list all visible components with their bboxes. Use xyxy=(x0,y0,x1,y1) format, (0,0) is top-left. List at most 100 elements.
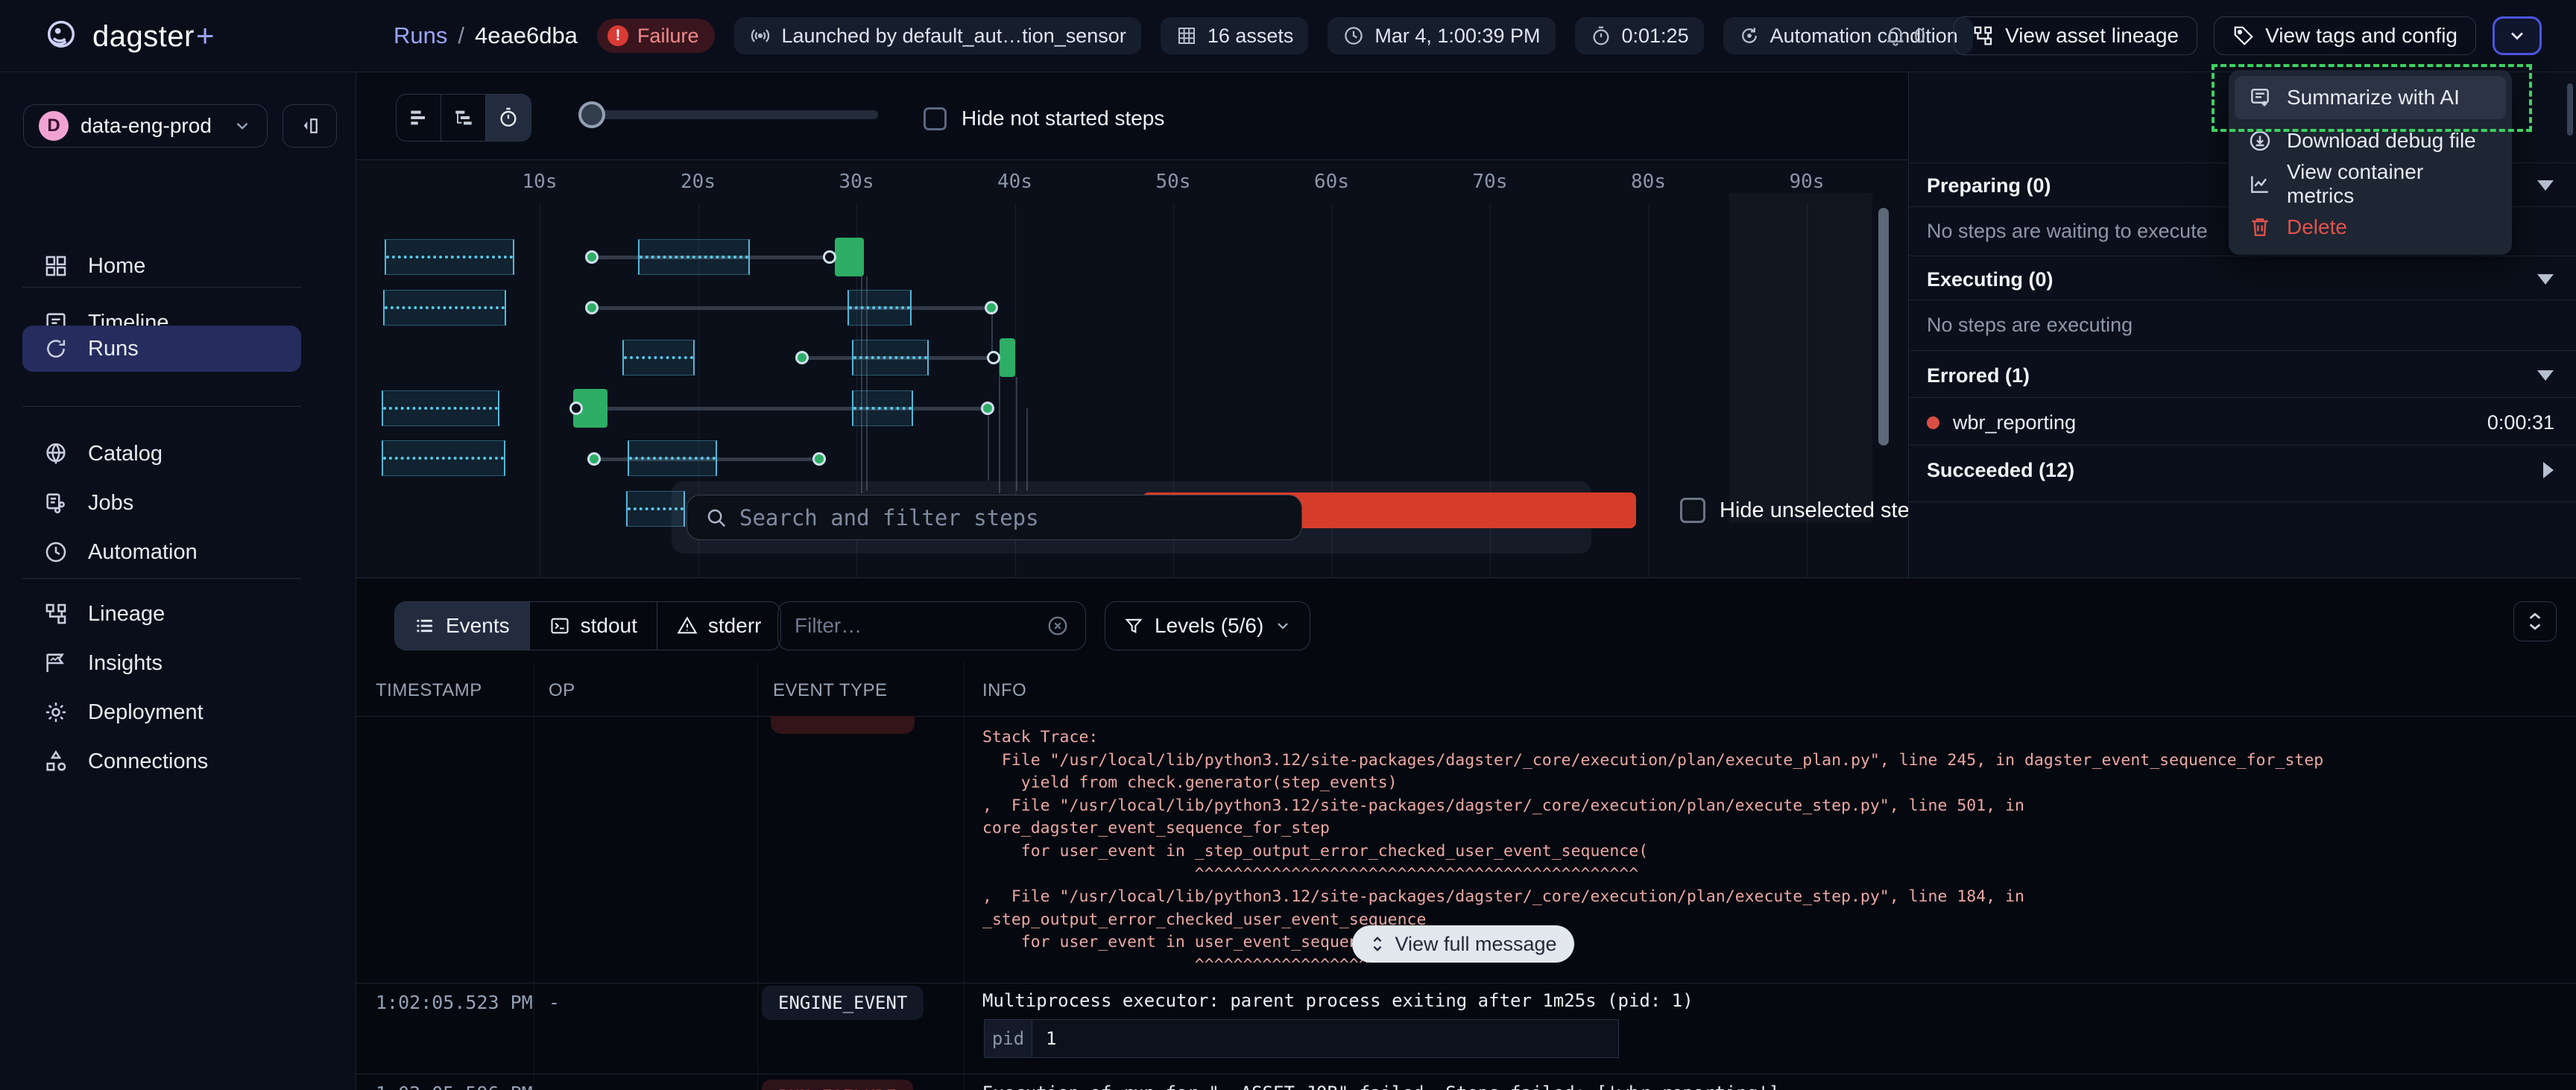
step-search-input[interactable]: Search and filter steps xyxy=(686,495,1302,540)
chevron-down-icon xyxy=(2507,25,2528,46)
section-errored[interactable]: Errored (1) xyxy=(1927,362,2554,389)
gantt-view-mode-group xyxy=(396,94,531,142)
view-full-message-button[interactable]: View full message xyxy=(1352,925,1574,963)
gantt-step-not-started[interactable] xyxy=(638,239,750,275)
gantt-step-not-started[interactable] xyxy=(852,390,913,426)
automation-icon xyxy=(43,539,69,565)
clear-filter-icon[interactable] xyxy=(1046,615,1069,637)
gantt-axis-tick: 50s xyxy=(1156,171,1191,193)
sidebar-item-lineage[interactable]: Lineage xyxy=(22,591,301,637)
section-succeeded[interactable]: Succeeded (12) xyxy=(1927,457,2554,484)
logo[interactable]: dagster+ xyxy=(0,16,356,55)
insights-icon xyxy=(43,650,69,676)
breadcrumb-runs-link[interactable]: Runs xyxy=(394,22,447,49)
tab-events[interactable]: Events xyxy=(395,602,530,650)
breadcrumb-run-id: 4eae6dba xyxy=(475,22,578,49)
gantt-step-node xyxy=(569,402,583,415)
workspace-selector[interactable]: D data-eng-prod xyxy=(23,104,268,148)
gantt-step-node xyxy=(585,250,599,264)
view-flat-button[interactable] xyxy=(397,95,441,141)
chevron-expanded-icon xyxy=(2537,180,2554,191)
section-executing[interactable]: Executing (0) xyxy=(1927,266,2554,293)
error-status-dot xyxy=(1927,416,1939,429)
automation-icon xyxy=(1738,25,1761,47)
gantt-scrollbar[interactable] xyxy=(1878,208,1889,446)
event-info: Execution of run for "__ASSET_JOB" faile… xyxy=(982,1083,1790,1090)
gantt-step-not-started[interactable] xyxy=(852,340,929,376)
lineage-icon xyxy=(43,601,69,627)
sidebar-item-home[interactable]: Home xyxy=(22,243,301,289)
tab-stderr[interactable]: stderr xyxy=(657,602,781,650)
levels-filter-button[interactable]: Levels (5/6) xyxy=(1105,601,1310,650)
notifications-button[interactable]: 0 xyxy=(1872,17,1937,54)
gantt-axis-tick: 40s xyxy=(997,171,1032,193)
sidebar-divider xyxy=(22,287,301,288)
event-timestamp: 1:02:05.596 PM xyxy=(376,1083,533,1090)
terminal-icon xyxy=(549,615,570,636)
sidebar-item-deployment[interactable]: Deployment xyxy=(22,689,301,735)
gantt-toolbar: Hide not started steps xyxy=(356,72,1908,159)
view-waterfall-button[interactable] xyxy=(441,95,486,141)
header-main: Runs / 4eae6dba ! Failure Launched by de… xyxy=(356,17,1872,54)
sidebar-item-runs[interactable]: Runs xyxy=(22,326,301,372)
errored-step-row[interactable]: wbr_reporting 0:00:31 xyxy=(1909,409,2576,436)
sidebar-item-automation[interactable]: Automation xyxy=(22,529,301,575)
chevron-down-icon xyxy=(233,116,252,136)
header-actions: 0 View asset lineage View tags and co xyxy=(1872,16,2576,55)
col-header-info: INFO xyxy=(982,680,1026,701)
gantt-zoom-slider[interactable] xyxy=(580,110,878,119)
events-panel: Events stdout stderr Filter… xyxy=(356,577,2576,1090)
gantt-step-not-started[interactable] xyxy=(622,340,695,376)
runs-icon xyxy=(43,336,69,361)
doc-sparkle-icon xyxy=(2248,86,2272,110)
gantt-step-node xyxy=(981,402,994,415)
menu-item-delete[interactable]: Delete xyxy=(2235,206,2506,249)
tab-stdout[interactable]: stdout xyxy=(530,602,657,650)
view-duration-button[interactable] xyxy=(486,95,531,141)
gantt-step-not-started[interactable] xyxy=(382,390,499,426)
run-tag-assets-grid: 16 assets xyxy=(1161,17,1309,54)
menu-item-view-container-metrics[interactable]: View container metrics xyxy=(2235,162,2506,206)
assets-grid-icon xyxy=(1175,25,1198,47)
slider-knob[interactable] xyxy=(578,101,605,128)
gantt-step-not-started[interactable] xyxy=(385,239,514,275)
gantt-step-not-started[interactable] xyxy=(847,290,912,326)
dagster-app: dagster+ Runs / 4eae6dba ! Failure Launc… xyxy=(0,0,2576,1090)
meta-value: 1 xyxy=(1032,1020,1618,1057)
menu-item-download-debug-file[interactable]: Download debug file xyxy=(2235,119,2506,162)
sidebar-item-jobs[interactable]: Jobs xyxy=(22,480,301,526)
gantt-step-not-started[interactable] xyxy=(628,440,717,476)
gantt-step-node xyxy=(823,250,836,264)
gantt-step-succeeded[interactable] xyxy=(835,238,864,276)
hide-unselected-checkbox[interactable] xyxy=(1680,498,1705,523)
event-type-badge: RUN_FAILURE xyxy=(762,1080,913,1090)
chevron-expanded-icon xyxy=(2537,274,2554,285)
sidebar-item-catalog[interactable]: Catalog xyxy=(22,431,301,477)
step-duration: 0:00:31 xyxy=(2487,411,2554,434)
dagster-logo-icon xyxy=(42,16,80,55)
log-tabs: Events stdout stderr xyxy=(394,601,781,650)
gantt-step-succeeded[interactable] xyxy=(1000,338,1015,377)
top-bar: dagster+ Runs / 4eae6dba ! Failure Launc… xyxy=(0,0,2576,72)
collapse-sidebar-button[interactable] xyxy=(282,104,337,148)
resize-panel-button[interactable] xyxy=(2513,601,2557,641)
hide-not-started-toggle[interactable]: Hide not started steps xyxy=(924,107,1164,130)
log-filter-input[interactable]: Filter… xyxy=(777,601,1086,650)
menu-item-summarize-with-ai[interactable]: Summarize with AI xyxy=(2235,76,2506,119)
view-tags-and-config-button[interactable]: View tags and config xyxy=(2214,16,2476,55)
gantt-dependency-line xyxy=(592,306,991,310)
window-scrollbar[interactable] xyxy=(2567,83,2573,136)
run-actions-menu-button[interactable] xyxy=(2493,16,2542,55)
sidebar-item-insights[interactable]: Insights xyxy=(22,640,301,686)
sidebar-item-connections[interactable]: Connections xyxy=(22,738,301,785)
gantt-step-not-started[interactable] xyxy=(382,440,505,476)
lineage-icon xyxy=(1972,25,1995,47)
failure-icon: ! xyxy=(607,25,628,46)
run-actions-menu: Summarize with AIDownload debug fileView… xyxy=(2229,70,2512,255)
event-timestamp: 1:02:05.523 PM xyxy=(376,992,533,1013)
view-asset-lineage-button[interactable]: View asset lineage xyxy=(1954,16,2197,55)
gantt-axis-tick: 20s xyxy=(681,171,716,193)
hide-not-started-checkbox[interactable] xyxy=(924,107,947,130)
chevron-down-icon xyxy=(1274,617,1292,635)
gantt-step-not-started[interactable] xyxy=(383,290,506,326)
